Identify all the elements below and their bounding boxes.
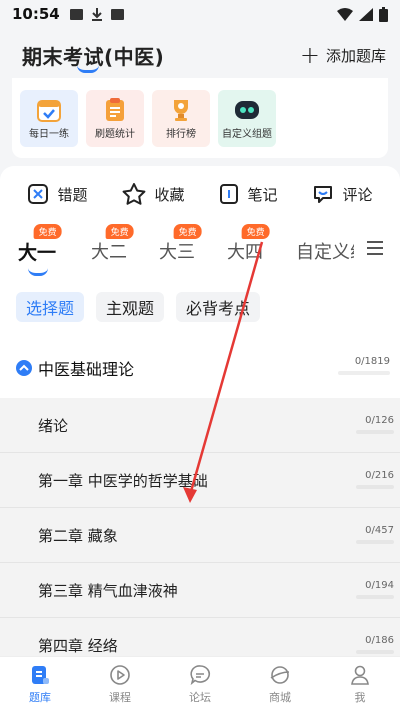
progress-bar [356,485,394,489]
question-type-tabs: 选择题 主观题 必背考点 [16,292,261,322]
notes-button[interactable]: 笔记 [219,183,278,205]
chapter-list: 绪论 0/126 第一章 中医学的哲学基础 0/216 第二章 藏象 0/457… [0,398,400,673]
play-circle-icon [110,664,130,685]
active-tab-indicator [28,268,48,276]
tab-subjective[interactable]: 主观题 [96,292,165,322]
free-badge: 免费 [33,224,62,239]
status-time: 10:54 [12,5,60,23]
add-question-bank-button[interactable]: + 添加题库 [300,43,386,67]
list-item[interactable]: 绪论 0/126 [0,398,400,453]
battery-icon [379,6,388,22]
tab-multiple-choice[interactable]: 选择题 [16,292,85,322]
question-bank-icon [32,665,49,684]
tool-daily-practice[interactable]: 每日一练 [20,90,78,147]
chapter-progress: 0/457 [356,525,394,544]
wrong-question-icon [28,184,49,204]
notebook-icon [220,184,239,204]
list-item[interactable]: 第一章 中医学的哲学基础 0/216 [0,453,400,508]
section-header[interactable]: 中医基础理论 0/1819 [16,356,390,380]
progress-bar [338,371,390,375]
free-badge: 免费 [241,224,270,239]
calendar-check-icon [37,100,61,122]
list-item[interactable]: 第三章 精气血津液神 0/194 [0,563,400,618]
download-icon [91,7,102,21]
tool-practice-stats[interactable]: 刷题统计 [86,90,144,147]
tab-key-points[interactable]: 必背考点 [176,292,261,322]
progress-bar [356,430,394,434]
tools-card: 每日一练 刷题统计 排行榜 自定义组题 [12,78,388,158]
comments-button[interactable]: 评论 [312,183,373,205]
section-title: 中医基础理论 [38,360,135,379]
grade-tabs: 免费 大一 免费 大二 免费 大三 免费 大四 自定义组 [0,224,400,280]
chapter-progress: 0/186 [356,635,394,654]
title-accent-mark [77,65,99,73]
page-title[interactable]: 期末考试(中医) [22,41,164,73]
progress-bar [356,540,394,544]
tab-grade-4[interactable]: 免费 大四 [227,224,270,264]
image-icon [69,8,83,20]
chapter-progress: 0/216 [356,470,394,489]
plus-icon: + [299,41,320,69]
chat-bubble-icon [190,664,211,685]
tab-grade-1[interactable]: 免费 大一 [18,224,62,265]
section-progress: 0/1819 [338,356,390,375]
tab-grade-3[interactable]: 免费 大三 [159,224,202,264]
tool-leaderboard[interactable]: 排行榜 [152,90,210,147]
list-item[interactable]: 第二章 藏象 0/457 [0,508,400,563]
nav-courses[interactable]: 课程 [90,664,150,705]
chevron-up-icon [16,360,32,376]
nav-question-bank[interactable]: 题库 [10,664,70,705]
nav-profile[interactable]: 我 [330,664,390,705]
wrong-questions-button[interactable]: 错题 [27,183,88,205]
trophy-icon [174,100,188,121]
chapter-progress: 0/194 [356,580,394,599]
robot-icon [235,101,259,119]
user-icon [351,665,369,685]
menu-icon[interactable] [366,240,384,256]
tab-grade-2[interactable]: 免费 大二 [91,224,134,264]
app-header: 期末考试(中医) + 添加题库 [0,28,400,82]
main-panel: 错题 收藏 笔记 评论 免费 大一 免费 大二 免费 大三 免费 大四 自定义 … [0,166,400,398]
wifi-icon [337,7,353,21]
nav-mall[interactable]: 商城 [250,664,310,705]
star-icon [123,183,146,205]
free-badge: 免费 [173,224,202,239]
progress-bar [356,595,394,599]
clipboard-icon [106,98,124,121]
favorites-button[interactable]: 收藏 [122,183,185,205]
comment-icon [314,186,333,203]
status-bar: 10:54 [0,0,400,28]
planet-icon [270,665,290,684]
free-badge: 免费 [105,224,134,239]
nav-forum[interactable]: 论坛 [170,664,230,705]
signal-icon [359,7,373,21]
bottom-nav: 题库 课程 论坛 商城 我 [0,656,400,711]
chapter-progress: 0/126 [356,415,394,434]
tool-custom-quiz[interactable]: 自定义组题 [218,90,276,147]
app-notification-icon [110,8,124,20]
progress-bar [356,650,394,654]
tab-custom-group[interactable]: 自定义组 [296,238,354,264]
action-row: 错题 收藏 笔记 评论 [0,178,400,210]
